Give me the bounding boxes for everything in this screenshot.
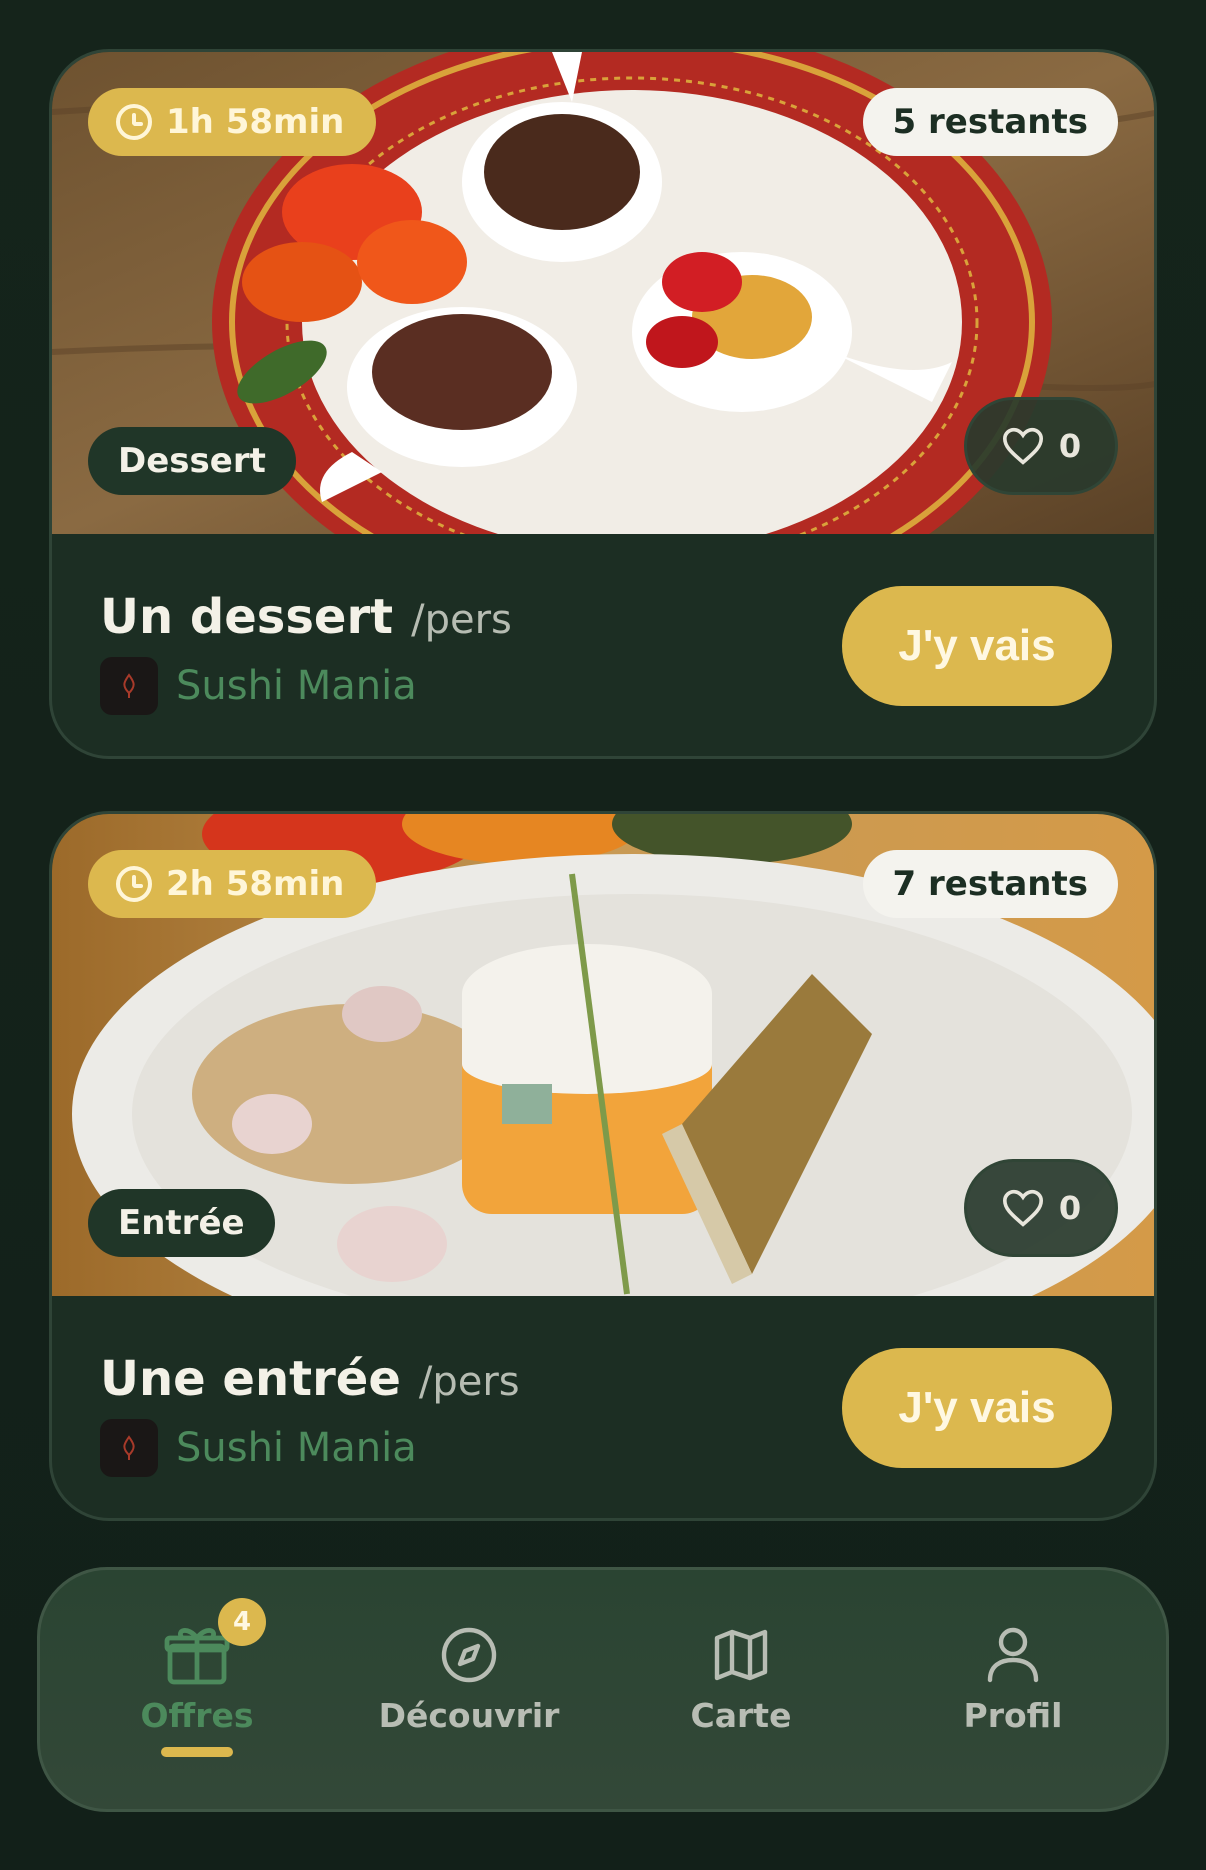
nav-label: Carte: [690, 1696, 792, 1735]
offer-info: Un dessert /pers Sushi Mania J'y vais: [52, 534, 1154, 756]
offer-card[interactable]: 1h 58min 5 restants Dessert 0 Un dessert…: [49, 49, 1157, 759]
category-badge: Dessert: [88, 427, 296, 495]
offer-title: Un dessert: [100, 589, 394, 645]
nav-item-offres[interactable]: 4 Offres: [77, 1598, 317, 1757]
nav-label: Profil: [963, 1696, 1063, 1735]
user-icon: [987, 1627, 1039, 1683]
bottom-nav: 4 Offres Découvrir Carte Profil: [37, 1567, 1169, 1812]
remaining-badge: 7 restants: [862, 850, 1118, 918]
offer-info: Une entrée /pers Sushi Mania J'y vais: [52, 1296, 1154, 1518]
restaurant-name[interactable]: Sushi Mania: [176, 1425, 417, 1471]
time-left-text: 1h 58min: [166, 102, 345, 142]
go-button[interactable]: J'y vais: [842, 586, 1112, 706]
time-left-text: 2h 58min: [166, 864, 345, 904]
time-left-badge: 2h 58min: [88, 850, 377, 918]
like-count: 0: [1058, 1189, 1082, 1227]
remaining-badge: 5 restants: [862, 88, 1118, 156]
offer-title: Une entrée: [100, 1351, 401, 1407]
nav-label: Offres: [140, 1696, 254, 1735]
clock-icon: [116, 866, 152, 902]
clock-icon: [116, 104, 152, 140]
nav-label: Découvrir: [378, 1696, 560, 1735]
nav-item-profil[interactable]: Profil: [893, 1620, 1133, 1735]
restaurant-logo: [100, 657, 158, 715]
heart-icon: [1002, 1189, 1043, 1227]
go-button[interactable]: J'y vais: [842, 1348, 1112, 1468]
offer-card[interactable]: 2h 58min 7 restants Entrée 0 Une entrée …: [49, 811, 1157, 1521]
category-badge: Entrée: [88, 1189, 275, 1257]
like-button[interactable]: 0: [964, 1159, 1118, 1257]
restaurant-name[interactable]: Sushi Mania: [176, 663, 417, 709]
nav-item-decouvrir[interactable]: Découvrir: [349, 1620, 589, 1735]
screen: 1h 58min 5 restants Dessert 0 Un dessert…: [0, 0, 1206, 1870]
active-indicator: [161, 1747, 233, 1757]
like-count: 0: [1058, 427, 1082, 465]
offer-unit: /pers: [411, 597, 512, 643]
nav-item-carte[interactable]: Carte: [621, 1620, 861, 1735]
heart-icon: [1002, 427, 1043, 465]
offers-count-badge: 4: [218, 1598, 266, 1646]
map-icon: [714, 1629, 768, 1681]
time-left-badge: 1h 58min: [88, 88, 377, 156]
compass-icon: [441, 1627, 497, 1683]
like-button[interactable]: 0: [964, 397, 1118, 495]
offer-unit: /pers: [418, 1359, 520, 1405]
restaurant-logo: [100, 1419, 158, 1477]
